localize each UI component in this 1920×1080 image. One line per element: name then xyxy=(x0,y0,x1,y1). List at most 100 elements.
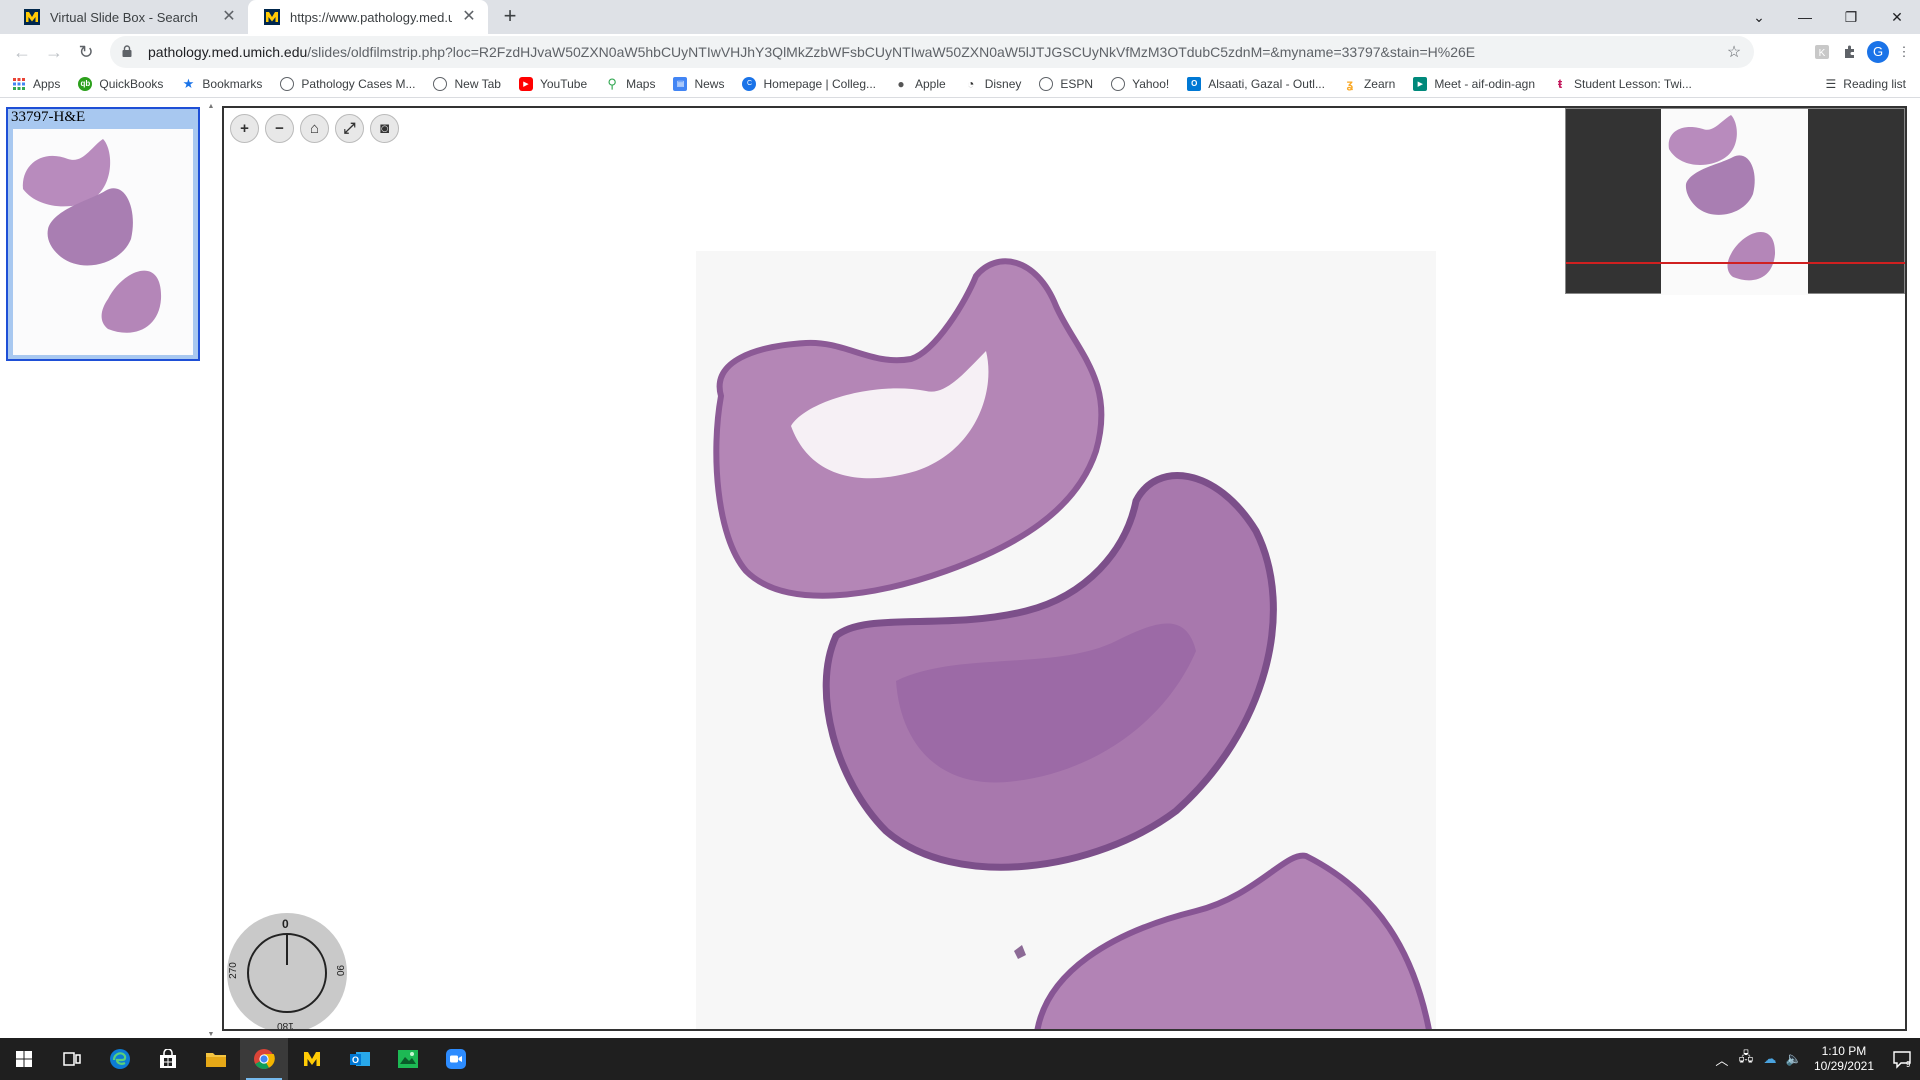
bookmark-new-tab[interactable]: New Tab xyxy=(433,76,501,91)
menu-kebab-icon[interactable]: ⋮ xyxy=(1890,38,1918,66)
bookmark-outlook[interactable]: O Alsaati, Gazal - Outl... xyxy=(1187,76,1325,91)
rotation-label-bottom: 180 xyxy=(277,1020,294,1031)
slide-viewer[interactable]: + − ⌂ ⤢ ◙ 0 90 180 270 xyxy=(222,106,1907,1031)
bookmark-pathology-cases[interactable]: Pathology Cases M... xyxy=(280,76,415,91)
system-clock[interactable]: 1:10 PM 10/29/2021 xyxy=(1814,1044,1874,1074)
bookmark-star-icon[interactable]: ☆ xyxy=(1724,42,1744,62)
url-text[interactable]: pathology.med.umich.edu/slides/oldfilmst… xyxy=(148,44,1724,60)
outlook-icon: O xyxy=(1187,76,1202,91)
bookmark-quickbooks[interactable]: qb QuickBooks xyxy=(78,76,163,91)
scroll-down-icon[interactable]: ▼ xyxy=(206,1031,216,1038)
windows-taskbar: O ︿ 🖧 ☁ 🔈 1:10 PM 10/29/2021 9 xyxy=(0,1038,1920,1080)
college-icon: C xyxy=(742,76,757,91)
rotation-dial[interactable]: 0 90 180 270 xyxy=(227,913,347,1031)
task-view-icon[interactable] xyxy=(48,1038,96,1080)
bookmark-apple[interactable]: ● Apple xyxy=(894,77,945,91)
bookmark-college-homepage[interactable]: C Homepage | Colleg... xyxy=(742,76,876,91)
bookmark-espn[interactable]: ESPN xyxy=(1039,76,1093,91)
back-icon[interactable]: ← xyxy=(6,36,38,68)
disney-icon: ◔ xyxy=(967,76,975,91)
tab-search-icon[interactable]: ⌄ xyxy=(1736,0,1782,34)
bookmark-bookmarks-folder[interactable]: ★ Bookmarks xyxy=(181,76,263,91)
tab-strip: Virtual Slide Box - Search ✕ https://www… xyxy=(0,0,1920,34)
image-viewer-icon[interactable] xyxy=(384,1038,432,1080)
reading-list-button[interactable]: ☰ Reading list xyxy=(1826,70,1906,98)
volume-icon[interactable]: 🔈 xyxy=(1782,1051,1806,1067)
minimize-icon[interactable]: — xyxy=(1782,0,1828,34)
bookmark-disney[interactable]: ◔ Disney xyxy=(964,76,1021,91)
bookmark-apps[interactable]: Apps xyxy=(12,77,60,91)
bookmark-youtube[interactable]: ▶ YouTube xyxy=(518,76,587,91)
edge-browser-icon[interactable] xyxy=(96,1038,144,1080)
reload-icon[interactable]: ↻ xyxy=(70,36,102,68)
rotation-needle[interactable] xyxy=(286,935,288,965)
store-icon[interactable] xyxy=(144,1038,192,1080)
notifications-icon[interactable]: 9 xyxy=(1884,1038,1920,1080)
reading-list-icon: ☰ xyxy=(1825,77,1837,91)
clock-time: 1:10 PM xyxy=(1821,1044,1867,1058)
close-tab-icon[interactable]: ✕ xyxy=(220,8,238,26)
bookmark-maps[interactable]: ⚲ Maps xyxy=(605,75,655,91)
zoom-app-icon[interactable] xyxy=(432,1038,480,1080)
tab-title: Virtual Slide Box - Search xyxy=(50,9,198,25)
news-icon: ▤ xyxy=(673,76,688,91)
bookmark-news[interactable]: ▤ News xyxy=(673,76,724,91)
scroll-up-icon[interactable]: ▲ xyxy=(206,103,216,110)
slide-image[interactable] xyxy=(696,251,1436,1029)
michigan-m-icon xyxy=(24,9,40,25)
screenshot-button[interactable]: ◙ xyxy=(370,114,399,143)
page-content: 33797-H&E ▲ ▼ + − ⌂ ⤢ ◙ 0 90 180 270 xyxy=(0,99,1920,1038)
filmstrip-panel: 33797-H&E ▲ ▼ xyxy=(0,99,214,1038)
rotation-label-right: 90 xyxy=(333,964,345,977)
url-domain: pathology.med.umich.edu xyxy=(148,44,308,60)
outlook-icon[interactable]: O xyxy=(336,1038,384,1080)
svg-text:O: O xyxy=(352,1055,359,1065)
slide-thumbnail[interactable]: 33797-H&E xyxy=(6,107,200,361)
clock-date: 10/29/2021 xyxy=(1813,1059,1874,1073)
forward-icon[interactable]: → xyxy=(38,36,70,68)
puzzle-extensions-icon[interactable] xyxy=(1836,38,1864,66)
tab-virtual-slide-box[interactable]: Virtual Slide Box - Search ✕ xyxy=(8,0,248,34)
bookmark-student-lesson[interactable]: ŧ Student Lesson: Twi... xyxy=(1553,76,1692,91)
michigan-app-icon[interactable] xyxy=(288,1038,336,1080)
lesson-icon: ŧ xyxy=(1557,76,1563,91)
onedrive-cloud-icon[interactable]: ☁ xyxy=(1758,1051,1782,1067)
chrome-icon[interactable] xyxy=(240,1038,288,1080)
home-button[interactable]: ⌂ xyxy=(300,114,329,143)
bookmark-zearn[interactable]: ʓ Zearn xyxy=(1343,76,1396,91)
navigator-viewport-frame[interactable] xyxy=(1566,109,1905,264)
lock-icon xyxy=(122,44,138,60)
window-controls: ⌄ — ❐ ✕ xyxy=(1736,0,1920,34)
navigator-overview[interactable] xyxy=(1565,108,1905,295)
youtube-icon: ▶ xyxy=(518,76,533,91)
restore-icon[interactable]: ❐ xyxy=(1828,0,1874,34)
bookmark-meet[interactable]: ▶ Meet - aif-odin-agn xyxy=(1413,76,1535,91)
extension-icon[interactable]: K xyxy=(1808,38,1836,66)
url-path: /slides/oldfilmstrip.php?loc=R2FzdHJvaW5… xyxy=(307,44,1476,60)
full-screen-button[interactable]: ⤢ xyxy=(335,114,364,143)
bookmark-yahoo[interactable]: Yahoo! xyxy=(1111,76,1169,91)
start-windows-icon[interactable] xyxy=(0,1038,48,1080)
notification-count: 9 xyxy=(1906,1060,1911,1069)
zoom-in-button[interactable]: + xyxy=(230,114,259,143)
new-tab-button[interactable]: + xyxy=(498,5,522,29)
close-tab-icon[interactable]: ✕ xyxy=(460,8,478,26)
tab-pathology-slide[interactable]: https://www.pathology.med.umi ✕ xyxy=(248,0,488,34)
profile-avatar[interactable]: G xyxy=(1864,38,1892,66)
globe-icon xyxy=(1039,76,1054,91)
show-hidden-icons-icon[interactable]: ︿ xyxy=(1710,1050,1734,1069)
globe-icon xyxy=(280,76,295,91)
michigan-m-icon xyxy=(264,9,280,25)
network-icon[interactable]: 🖧 xyxy=(1734,1048,1758,1070)
file-explorer-icon[interactable] xyxy=(192,1038,240,1080)
close-window-icon[interactable]: ✕ xyxy=(1874,0,1920,34)
globe-icon xyxy=(433,76,448,91)
rotation-label-top: 0 xyxy=(282,917,289,931)
zoom-out-button[interactable]: − xyxy=(265,114,294,143)
filmstrip-scrollbar[interactable]: ▲ ▼ xyxy=(206,99,216,1038)
address-bar[interactable]: pathology.med.umich.edu/slides/oldfilmst… xyxy=(110,36,1754,68)
maps-pin-icon: ⚲ xyxy=(607,75,617,91)
quickbooks-icon: qb xyxy=(78,76,93,91)
zearn-icon: ʓ xyxy=(1346,76,1354,91)
system-tray: ︿ 🖧 ☁ 🔈 1:10 PM 10/29/2021 9 xyxy=(1710,1038,1920,1080)
